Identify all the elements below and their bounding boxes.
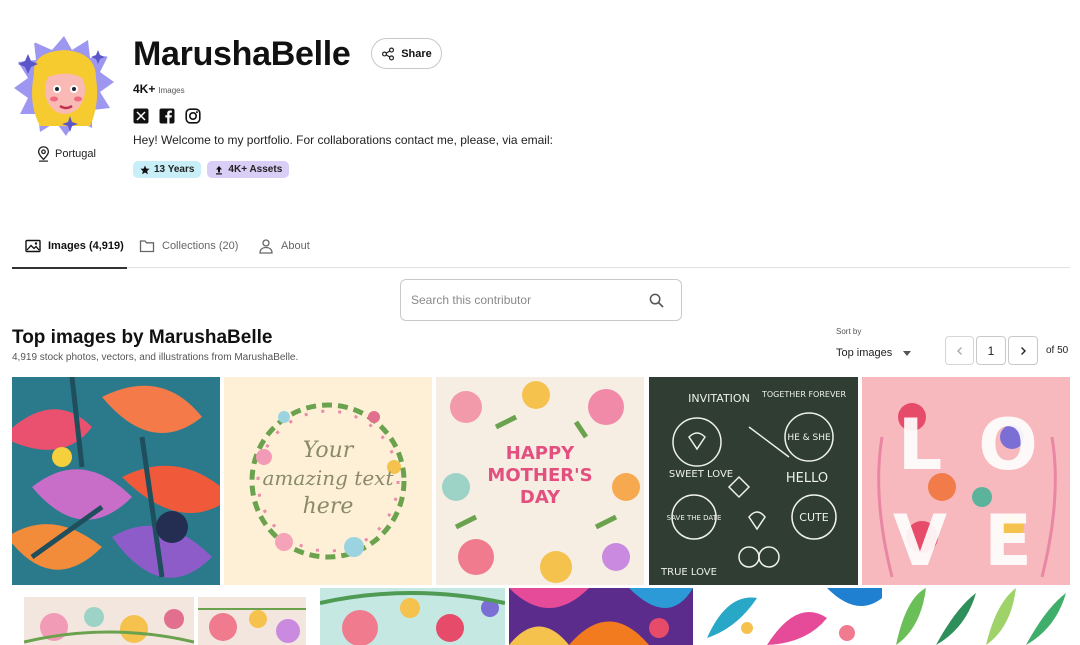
image-love-floral-letters[interactable]: L O V E: [862, 377, 1070, 585]
caret-down-icon: [903, 350, 911, 356]
love-letter-v: V: [893, 500, 947, 582]
tab-images[interactable]: Images (4,919): [12, 224, 127, 269]
chevron-right-icon: [1021, 346, 1026, 355]
section-subtitle: 4,919 stock photos, vectors, and illustr…: [12, 352, 299, 363]
tab-images-label: Images (4,919): [48, 239, 124, 252]
chalk-text-4: HE & SHE: [787, 433, 831, 443]
upload-icon: [216, 165, 223, 174]
image-chalkboard-wedding-elements[interactable]: INVITATION TOGETHER FOREVER SWEET LOVE H…: [649, 377, 858, 585]
love-letter-l: L: [898, 404, 943, 486]
avatar: [12, 34, 116, 138]
image-floral-wreath-your-amazing-text[interactable]: Your amazing text here: [224, 377, 432, 585]
instagram-icon[interactable]: [185, 108, 201, 124]
tab-about-label: About: [281, 239, 310, 252]
location: Portugal: [37, 146, 96, 162]
years-badge: 13 Years: [133, 161, 202, 178]
asset-count-unit: Images: [158, 86, 185, 95]
search-input[interactable]: [411, 280, 641, 320]
image-floral-border-light-1[interactable]: [24, 597, 194, 645]
sort-value: Top images: [836, 347, 893, 359]
bio-text: Hey! Welcome to my portfolio. For collab…: [133, 133, 553, 147]
assets-badge-label: 4K+ Assets: [228, 164, 283, 175]
tab-collections-label: Collections (20): [162, 239, 239, 252]
share-label: Share: [401, 47, 432, 60]
facebook-icon[interactable]: [159, 108, 175, 124]
location-label: Portugal: [55, 148, 96, 160]
years-badge-label: 13 Years: [154, 164, 195, 175]
contributor-name: MarushaBelle: [133, 35, 351, 73]
mothers-day-line-2: MOTHER'S: [487, 465, 592, 486]
wreath-text-line-1: Your: [303, 438, 355, 463]
folder-icon: [139, 239, 155, 252]
share-icon: [382, 47, 395, 60]
tab-collections[interactable]: Collections (20): [139, 224, 238, 267]
image-floral-border-light-2[interactable]: [198, 597, 306, 645]
x-icon[interactable]: [133, 108, 149, 124]
sort-label: Sort by: [836, 327, 862, 336]
image-green-leaves-pattern[interactable]: [886, 588, 1070, 645]
section-title: Top images by MarushaBelle: [12, 327, 273, 348]
chalk-text-8: TRUE LOVE: [660, 567, 717, 578]
chalk-text-3: SWEET LOVE: [669, 469, 733, 480]
love-letter-o: O: [978, 404, 1038, 486]
asset-count: 4K+ Images: [133, 82, 185, 96]
assets-badge: 4K+ Assets: [207, 161, 290, 178]
image-tropical-leaves-white[interactable]: [697, 588, 882, 645]
image-floral-border-mint[interactable]: [320, 588, 505, 645]
love-letter-e: E: [984, 500, 1032, 582]
tab-bar: Images (4,919) Collections (20) About: [12, 224, 1070, 269]
user-icon: [259, 238, 273, 254]
chalk-text-1: INVITATION: [688, 392, 750, 405]
wreath-text-line-3: here: [303, 494, 354, 519]
chalk-text-5: HELLO: [786, 471, 828, 486]
map-pin-icon: [37, 146, 50, 162]
avatar-illustration: [12, 34, 116, 138]
search-icon[interactable]: [649, 293, 664, 308]
mothers-day-line-1: HAPPY: [506, 443, 575, 464]
wreath-text-line-2: amazing text: [263, 466, 395, 490]
badges: 13 Years 4K+ Assets: [133, 161, 290, 178]
social-links: [133, 108, 201, 124]
page-number-input[interactable]: [976, 336, 1006, 365]
image-tropical-flowers-pattern[interactable]: [12, 377, 220, 585]
tab-about[interactable]: About: [258, 224, 310, 267]
chalk-text-2: TOGETHER FOREVER: [761, 390, 847, 399]
image-happy-mothers-day-floral[interactable]: HAPPY MOTHER'S DAY: [436, 377, 644, 585]
image-bright-abstract-flowers[interactable]: [509, 588, 693, 645]
page-total: of 50: [1046, 345, 1069, 356]
image-icon: [25, 239, 41, 252]
share-button[interactable]: Share: [371, 38, 442, 69]
chevron-left-icon: [956, 346, 962, 355]
mothers-day-line-3: DAY: [520, 487, 561, 508]
chalk-text-7: CUTE: [799, 511, 828, 524]
chalk-text-6: SAVE THE DATE: [667, 514, 722, 522]
sort-dropdown[interactable]: Top images: [836, 345, 911, 361]
previous-page-button[interactable]: [945, 336, 974, 365]
asset-count-value: 4K+: [133, 82, 156, 96]
star-icon: [140, 165, 150, 174]
next-page-button[interactable]: [1008, 336, 1038, 365]
search-box: [400, 279, 682, 321]
